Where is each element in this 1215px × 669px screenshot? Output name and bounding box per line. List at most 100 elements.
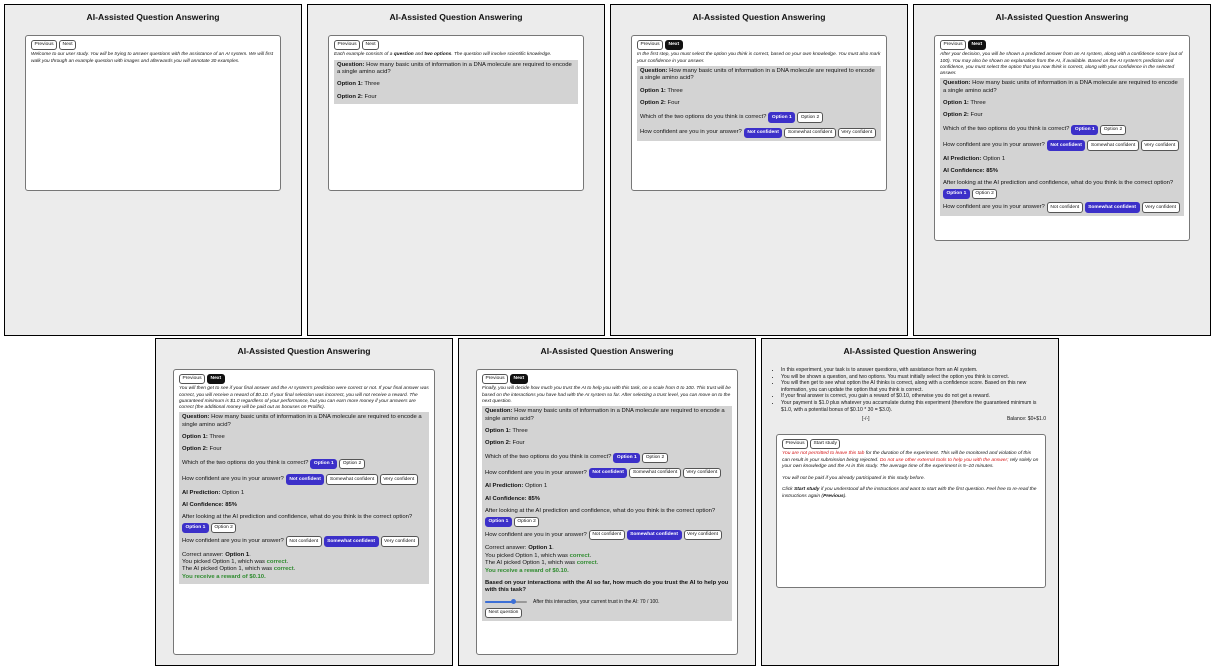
somewhat-confident-button[interactable]: Somewhat confident — [1087, 140, 1139, 151]
trust-slider[interactable] — [485, 599, 527, 605]
question-text: How many basic units of information in a… — [182, 414, 422, 428]
final-not-confident-button[interactable]: Not confident — [285, 536, 322, 547]
instruction-card: Previous Next Welcome to our user study.… — [25, 35, 281, 191]
very-confident-button[interactable]: Very confident — [682, 468, 721, 479]
instruction-item: In this experiment, your task is to answ… — [781, 367, 1048, 374]
question-text: How many basic units of information in a… — [485, 408, 725, 422]
instruction-card: Previous Next In the first step, you mus… — [631, 35, 887, 191]
balance-display: Balance: $0+$1.0 — [1006, 416, 1046, 423]
question-box: Question: How many basic units of inform… — [482, 406, 732, 622]
trust-slider-thumb[interactable] — [510, 599, 516, 605]
instruction-card: Previous Next Each example consists of a… — [328, 35, 584, 191]
previous-button[interactable]: Previous — [334, 40, 361, 51]
reward-text: You receive a reward of $0.10. — [182, 573, 266, 580]
instruction-item: If your final answer is correct, you gai… — [781, 393, 1048, 400]
trust-readout: After this interaction, your current tru… — [533, 598, 660, 605]
page-title: AI-Assisted Question Answering — [692, 12, 826, 22]
instruction-text: In the first step, you must select the o… — [637, 52, 881, 64]
start-card: Previous Start study You are not permitt… — [776, 434, 1046, 588]
instruction-item: You will then get to see what option the… — [781, 380, 1048, 393]
option-1-button[interactable]: Option 1 — [1071, 124, 1099, 136]
final-option-1-button[interactable]: Option 1 — [485, 516, 512, 528]
final-option-1-button[interactable]: Option 1 — [182, 522, 209, 534]
instruction-item: You will be shown a question, and two op… — [781, 374, 1048, 381]
very-confident-button[interactable]: Very confident — [837, 127, 876, 139]
final-option-2-button[interactable]: Option 2 — [971, 188, 998, 200]
final-option-1-button[interactable]: Option 1 — [943, 188, 970, 200]
instruction-card: Previous Next You will then get to see i… — [173, 369, 435, 655]
ai-prediction-value: Option 1 — [982, 155, 1006, 162]
next-button[interactable]: Next — [207, 374, 225, 385]
final-very-confident-button[interactable]: Very confident — [1141, 202, 1180, 213]
instruction-text: Welcome to our user study. You will be t… — [31, 52, 274, 64]
next-question-button[interactable]: Next question — [485, 607, 522, 619]
very-confident-button[interactable]: Very confident — [379, 474, 418, 485]
final-option-2-button[interactable]: Option 2 — [210, 522, 237, 534]
option-1-button[interactable]: Option 1 — [613, 452, 641, 464]
next-button[interactable]: Next — [665, 40, 683, 51]
option-2-button[interactable]: Option 2 — [797, 112, 823, 123]
panel-step-1: AI-Assisted Question Answering Previous … — [4, 4, 302, 336]
previous-button[interactable]: Previous — [31, 40, 58, 51]
previous-button[interactable]: Previous — [637, 40, 664, 51]
panel-start: AI-Assisted Question Answering In this e… — [761, 338, 1059, 666]
panel-step-4: AI-Assisted Question Answering Previous … — [913, 4, 1211, 336]
trust-slider-fill — [485, 601, 514, 603]
instruction-card: Previous Next After your decision, you w… — [934, 35, 1190, 241]
page-title: AI-Assisted Question Answering — [843, 346, 977, 356]
page-title: AI-Assisted Question Answering — [540, 346, 674, 356]
page-title: AI-Assisted Question Answering — [86, 12, 220, 22]
final-very-confident-button[interactable]: Very confident — [683, 530, 722, 541]
not-confident-button[interactable]: Not confident — [743, 127, 783, 139]
instruction-text: Finally, you will decide how much you tr… — [482, 386, 731, 404]
final-somewhat-confident-button[interactable]: Somewhat confident — [626, 530, 682, 541]
option-2-text: Four — [364, 93, 377, 100]
instruction-text: You will then get to see if your final a… — [179, 386, 429, 411]
not-confident-button[interactable]: Not confident — [285, 474, 325, 485]
previous-button[interactable]: Previous — [179, 374, 206, 385]
option-2-button[interactable]: Option 2 — [1100, 124, 1126, 136]
final-not-confident-button[interactable]: Not confident — [588, 530, 625, 541]
question-box: Question: How many basic units of inform… — [940, 78, 1184, 216]
very-confident-button[interactable]: Very confident — [1140, 140, 1179, 151]
collapse-toggle[interactable]: [-/-] — [862, 416, 870, 423]
next-button[interactable]: Next — [59, 40, 77, 51]
instruction-card: Previous Next Finally, you will decide h… — [476, 369, 738, 655]
start-instruction: Click Start study if you understood all … — [782, 487, 1037, 499]
final-somewhat-confident-button[interactable]: Somewhat confident — [323, 536, 379, 547]
final-very-confident-button[interactable]: Very confident — [380, 536, 419, 547]
not-confident-button[interactable]: Not confident — [588, 468, 628, 479]
start-study-button[interactable]: Start study — [810, 439, 841, 450]
option-1-text: Three — [364, 81, 380, 88]
question-text: How many basic units of information in a… — [337, 61, 572, 76]
previous-button[interactable]: Previous — [782, 439, 809, 450]
panel-step-6: AI-Assisted Question Answering Previous … — [458, 338, 756, 666]
question-box: Question: How many basic units of inform… — [334, 59, 578, 105]
feedback-block: Correct answer: Option 1. You picked Opt… — [182, 552, 426, 582]
somewhat-confident-button[interactable]: Somewhat confident — [784, 127, 836, 139]
trust-question: Based on your interactions with the AI s… — [485, 579, 729, 594]
next-button[interactable]: Next — [362, 40, 380, 51]
previous-button[interactable]: Previous — [482, 374, 509, 385]
instructions-list: In this experiment, your task is to answ… — [772, 367, 1048, 413]
panel-step-3: AI-Assisted Question Answering Previous … — [610, 4, 908, 336]
next-button[interactable]: Next — [968, 40, 986, 51]
page-title: AI-Assisted Question Answering — [237, 346, 371, 356]
somewhat-confident-button[interactable]: Somewhat confident — [326, 474, 378, 485]
panel-step-5: AI-Assisted Question Answering Previous … — [155, 338, 453, 666]
participation-note: You will not be paid if you already part… — [782, 475, 926, 481]
question-box: Question: How many basic units of inform… — [179, 412, 429, 585]
next-button[interactable]: Next — [510, 374, 528, 385]
final-option-2-button[interactable]: Option 2 — [513, 516, 540, 528]
instruction-item: Your payment is $1.0 plus whatever you a… — [781, 400, 1048, 413]
previous-button[interactable]: Previous — [940, 40, 967, 51]
option-2-button[interactable]: Option 2 — [642, 452, 668, 464]
option-1-button[interactable]: Option 1 — [768, 112, 796, 123]
somewhat-confident-button[interactable]: Somewhat confident — [629, 468, 681, 479]
option-2-button[interactable]: Option 2 — [339, 458, 365, 470]
not-confident-button[interactable]: Not confident — [1046, 140, 1086, 151]
final-not-confident-button[interactable]: Not confident — [1046, 202, 1083, 213]
instruction-text: After your decision, you will be shown a… — [940, 52, 1183, 77]
option-1-button[interactable]: Option 1 — [310, 458, 338, 470]
final-somewhat-confident-button[interactable]: Somewhat confident — [1084, 202, 1140, 213]
